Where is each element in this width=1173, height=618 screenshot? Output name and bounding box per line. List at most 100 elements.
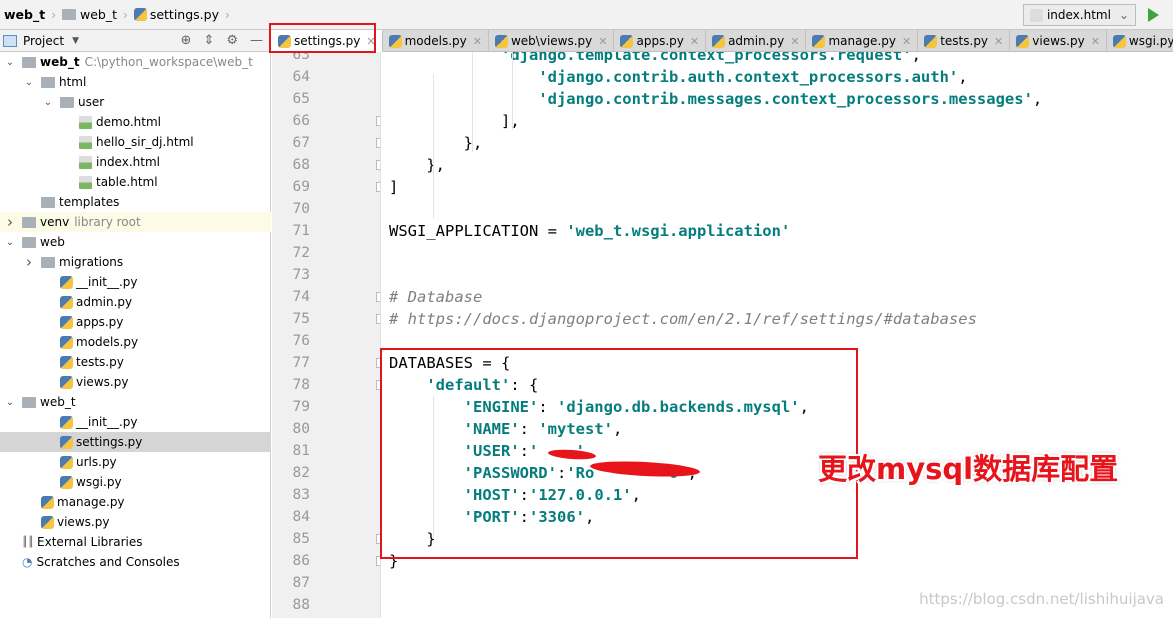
code-token: 'django.template.context_processors.requ…	[500, 52, 912, 64]
close-icon[interactable]: ✕	[994, 35, 1003, 48]
tab-tests-py[interactable]: tests.py ✕	[918, 30, 1011, 52]
tab-label: apps.py	[636, 34, 684, 48]
breadcrumb-project[interactable]: web_t	[0, 7, 49, 22]
tab-wsgi-py[interactable]: wsgi.py✕	[1107, 30, 1173, 52]
tree-item[interactable]: __init__.py	[0, 412, 271, 432]
tree-item-label: admin.py	[76, 295, 133, 309]
tree-item[interactable]: manage.py	[0, 492, 271, 512]
tab-apps-py[interactable]: apps.py ✕	[614, 30, 707, 52]
tree-item[interactable]: templates	[0, 192, 271, 212]
tree-item[interactable]: admin.py	[0, 292, 271, 312]
tree-item[interactable]: index.html	[0, 152, 271, 172]
close-icon[interactable]: ✕	[790, 35, 799, 48]
breadcrumb-file[interactable]: settings.py	[130, 7, 223, 22]
tab-manage-py[interactable]: manage.py ✕	[806, 30, 919, 52]
code-line: },	[389, 132, 483, 154]
chevron-right-icon[interactable]: ›	[4, 213, 16, 231]
line-number: 66	[292, 113, 310, 129]
collapse-all-icon[interactable]: ⇕	[203, 33, 214, 48]
tree-item[interactable]: › venv library root	[0, 212, 271, 232]
python-file-icon	[60, 315, 73, 329]
tree-item[interactable]: views.py	[0, 512, 271, 532]
close-icon[interactable]: ✕	[902, 35, 911, 48]
breadcrumb-separator: ›	[224, 7, 230, 22]
scratch-icon: ◔	[22, 555, 33, 569]
line-number: 69	[292, 179, 310, 195]
chevron-down-icon[interactable]: ⌄	[42, 97, 54, 108]
line-number: 82	[292, 465, 310, 481]
line-number: 88	[292, 597, 310, 613]
project-panel-title[interactable]: Project	[23, 34, 64, 48]
tree-item[interactable]: wsgi.py	[0, 472, 271, 492]
project-panel-header: Project ▼ ⊕ ⇕ ⚙ —	[0, 30, 271, 52]
tab-models-py[interactable]: models.py ✕	[383, 30, 489, 52]
tab-views-py[interactable]: views.py ✕	[1010, 30, 1107, 52]
tree-item-label: views.py	[57, 515, 110, 529]
fold-marker-icon[interactable]	[376, 160, 380, 170]
tree-item[interactable]: demo.html	[0, 112, 271, 132]
tree-item-label: index.html	[96, 155, 160, 169]
tree-item[interactable]: tests.py	[0, 352, 271, 372]
tree-item-detail: library root	[74, 215, 141, 229]
folder-icon	[22, 56, 36, 68]
code-token: ,	[958, 68, 968, 86]
breadcrumb-separator: ›	[123, 7, 128, 22]
tree-item[interactable]: ║║ External Libraries	[0, 532, 271, 552]
tree-item[interactable]: ◔ Scratches and Consoles	[0, 552, 271, 572]
line-number: 75	[292, 311, 310, 327]
tree-item[interactable]: ⌄ html	[0, 72, 271, 92]
chevron-down-icon[interactable]: ⌄	[4, 397, 16, 408]
tree-item[interactable]: ⌄ user	[0, 92, 271, 112]
tree-item[interactable]: urls.py	[0, 452, 271, 472]
tree-item[interactable]: › migrations	[0, 252, 271, 272]
chevron-down-icon[interactable]: ⌄	[4, 57, 16, 68]
chevron-down-icon[interactable]: ⌄	[4, 237, 16, 248]
tree-item[interactable]: models.py	[0, 332, 271, 352]
python-file-icon	[388, 34, 402, 48]
breadcrumb-folder[interactable]: web_t	[58, 7, 121, 22]
tree-item-label: __init__.py	[76, 415, 138, 429]
close-icon[interactable]: ✕	[473, 35, 482, 48]
fold-marker-icon[interactable]	[376, 314, 380, 324]
tree-item[interactable]: views.py	[0, 372, 271, 392]
chevron-down-icon[interactable]: ⌄	[23, 77, 35, 88]
line-number: 76	[292, 333, 310, 349]
hide-panel-icon[interactable]: —	[250, 33, 263, 48]
code-token: # Database	[389, 288, 483, 306]
tree-item[interactable]: __init__.py	[0, 272, 271, 292]
python-file-icon	[133, 8, 147, 21]
fold-marker-icon[interactable]	[376, 116, 380, 126]
code-line: 'django.template.context_processors.requ…	[389, 52, 921, 66]
code-token: ,	[1032, 90, 1043, 108]
dropdown-arrow-icon[interactable]: ▼	[72, 36, 79, 46]
python-file-icon	[494, 34, 508, 48]
tree-item[interactable]: ⌄ web_t	[0, 392, 271, 412]
close-icon[interactable]: ✕	[690, 35, 699, 48]
close-icon[interactable]: ✕	[1091, 35, 1100, 48]
chevron-right-icon[interactable]: ›	[23, 253, 35, 271]
tree-item-label: settings.py	[76, 435, 143, 449]
html-file-icon	[79, 155, 92, 169]
editor-gutter: 63 64 65 66 67 68 69 70 71 72 73 74 75 76 77 78 79 80 81 82…	[272, 52, 381, 618]
tree-item-label: models.py	[76, 335, 139, 349]
run-configuration-select[interactable]: index.html ⌄	[1022, 4, 1136, 26]
tree-item[interactable]: ⌄ web_t C:\python_workspace\web_t	[0, 52, 271, 72]
locate-icon[interactable]: ⊕	[181, 33, 192, 48]
tab-web-views-py[interactable]: web\views.py ✕	[489, 30, 615, 52]
python-file-icon	[60, 475, 73, 489]
fold-marker-icon[interactable]	[376, 292, 380, 302]
close-icon[interactable]: ✕	[598, 35, 607, 48]
gear-icon[interactable]: ⚙	[226, 33, 238, 48]
folder-icon	[22, 216, 36, 228]
code-token: },	[389, 156, 445, 174]
tree-item[interactable]: table.html	[0, 172, 271, 192]
fold-marker-icon[interactable]	[376, 138, 380, 148]
tree-item-label: table.html	[96, 175, 158, 189]
tree-item[interactable]: hello_sir_dj.html	[0, 132, 271, 152]
tree-item[interactable]: settings.py	[0, 432, 271, 452]
tree-item[interactable]: apps.py	[0, 312, 271, 332]
tree-item[interactable]: ⌄ web	[0, 232, 271, 252]
tab-admin-py[interactable]: admin.py ✕	[706, 30, 807, 52]
fold-marker-icon[interactable]	[376, 182, 380, 192]
run-icon[interactable]	[1148, 8, 1159, 22]
